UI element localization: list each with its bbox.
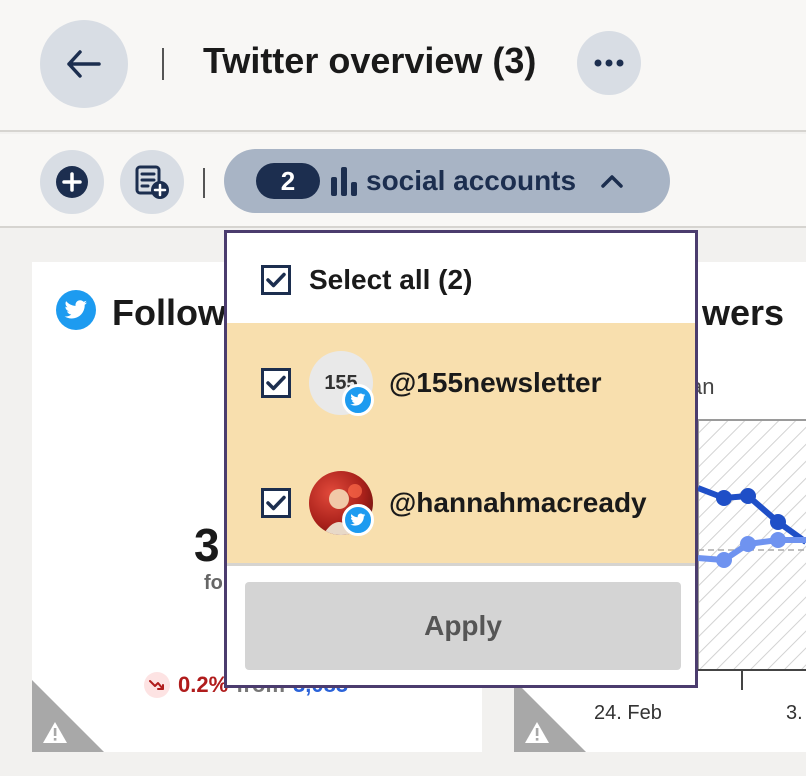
back-button[interactable] (40, 20, 128, 108)
social-accounts-dropdown: Select all (2) 155 @155newsletter @hanna… (224, 230, 698, 688)
dropdown-divider (227, 563, 695, 566)
warning-icon (514, 680, 586, 752)
select-all-checkbox[interactable] (261, 265, 291, 295)
apply-button[interactable]: Apply (245, 582, 681, 670)
warning-icon (32, 680, 104, 752)
account-handle: @hannahmacready (389, 487, 647, 518)
series-dark-point (740, 488, 756, 504)
series-light-point (716, 552, 732, 568)
checkmark-icon (266, 495, 286, 511)
more-options-button[interactable] (577, 31, 641, 95)
twitter-icon (342, 384, 374, 416)
followers-count: 3 (194, 519, 220, 571)
followers-card-title: Follow (112, 292, 226, 333)
report-add-icon (135, 165, 169, 199)
plus-circle-icon (56, 166, 88, 198)
twitter-icon (342, 504, 374, 536)
account-option-155newsletter[interactable]: 155 @155newsletter (227, 323, 695, 443)
chevron-up-icon (601, 175, 623, 188)
page-header: Twitter overview (3) (0, 0, 806, 132)
twitter-icon (56, 290, 96, 330)
add-report-button[interactable] (120, 150, 184, 214)
account-option-hannahmacready[interactable]: @hannahmacready (227, 443, 695, 563)
more-horizontal-icon (594, 59, 624, 67)
series-dark-point (716, 490, 732, 506)
account-list: 155 @155newsletter @hannahmacready (227, 323, 695, 563)
toolbar: 2 social accounts (0, 134, 806, 228)
header-separator (162, 48, 164, 80)
selected-count-badge: 2 (256, 163, 320, 199)
social-accounts-label: social accounts (366, 165, 577, 196)
change-percent: 0.2% (178, 672, 229, 697)
arrow-left-icon (67, 50, 101, 78)
toolbar-separator (203, 168, 205, 198)
checkmark-icon (266, 375, 286, 391)
page-title: Twitter overview (3) (203, 40, 537, 81)
select-all-option[interactable]: Select all (2) (227, 261, 695, 299)
followers-chart-title: wers (702, 292, 785, 333)
social-accounts-filter[interactable]: 2 social accounts (224, 149, 670, 213)
avatar: 155 (309, 351, 374, 416)
x-tick-label: 3. (786, 702, 803, 724)
checkmark-icon (266, 272, 286, 288)
account-checkbox[interactable] (261, 488, 291, 518)
account-handle: @155newsletter (389, 367, 602, 398)
x-tick-label: 24. Feb (594, 702, 662, 724)
account-checkbox[interactable] (261, 368, 291, 398)
select-all-label: Select all (2) (309, 264, 473, 295)
series-light-point (740, 536, 756, 552)
bar-chart-icon (331, 167, 357, 196)
series-light-point (770, 532, 786, 548)
add-button[interactable] (40, 150, 104, 214)
trend-down-icon (144, 672, 170, 698)
followers-count-label: fo (204, 572, 223, 594)
avatar (309, 471, 374, 536)
series-dark-point (770, 514, 786, 530)
